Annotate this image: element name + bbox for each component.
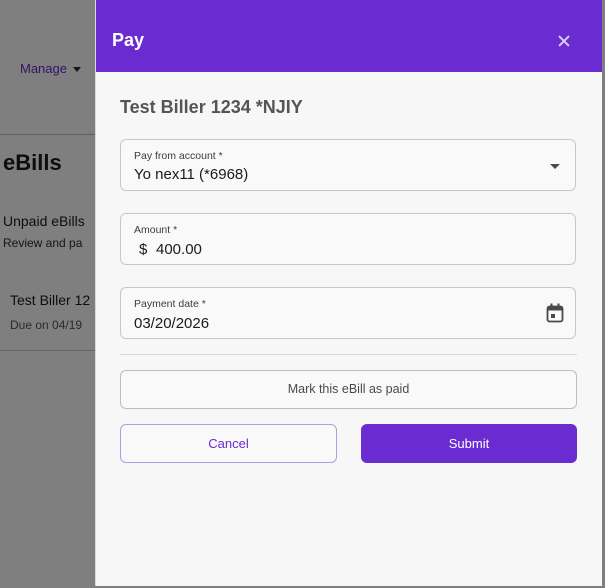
close-icon[interactable]	[551, 28, 577, 54]
amount-value[interactable]: 400.00	[156, 241, 202, 258]
payment-date-label: Payment date *	[134, 298, 206, 310]
dialog-title: Pay	[112, 30, 145, 50]
amount-field[interactable]: Amount * $ 400.00	[120, 213, 576, 265]
amount-label: Amount *	[134, 224, 178, 236]
chevron-down-icon[interactable]	[550, 164, 560, 169]
section-divider	[120, 354, 577, 355]
pay-dialog: Pay Test Biller 1234 *NJIY Pay from acco…	[95, 0, 602, 586]
pay-from-account-label: Pay from account *	[134, 150, 223, 162]
currency-symbol: $	[139, 241, 148, 258]
dialog-header: Pay	[96, 6, 602, 72]
payment-date-value[interactable]: 03/20/2026	[134, 315, 209, 332]
payment-date-field[interactable]: Payment date * 03/20/2026	[120, 287, 576, 339]
cancel-button[interactable]: Cancel	[120, 424, 337, 463]
pay-from-account-value: Yo nex11 (*6968)	[134, 166, 249, 183]
biller-name: Test Biller 1234 *NJIY	[120, 97, 303, 117]
calendar-icon[interactable]	[546, 303, 564, 323]
mark-as-paid-button[interactable]: Mark this eBill as paid	[120, 370, 577, 409]
pay-from-account-select[interactable]: Pay from account * Yo nex11 (*6968)	[120, 139, 576, 191]
submit-button[interactable]: Submit	[361, 424, 577, 463]
